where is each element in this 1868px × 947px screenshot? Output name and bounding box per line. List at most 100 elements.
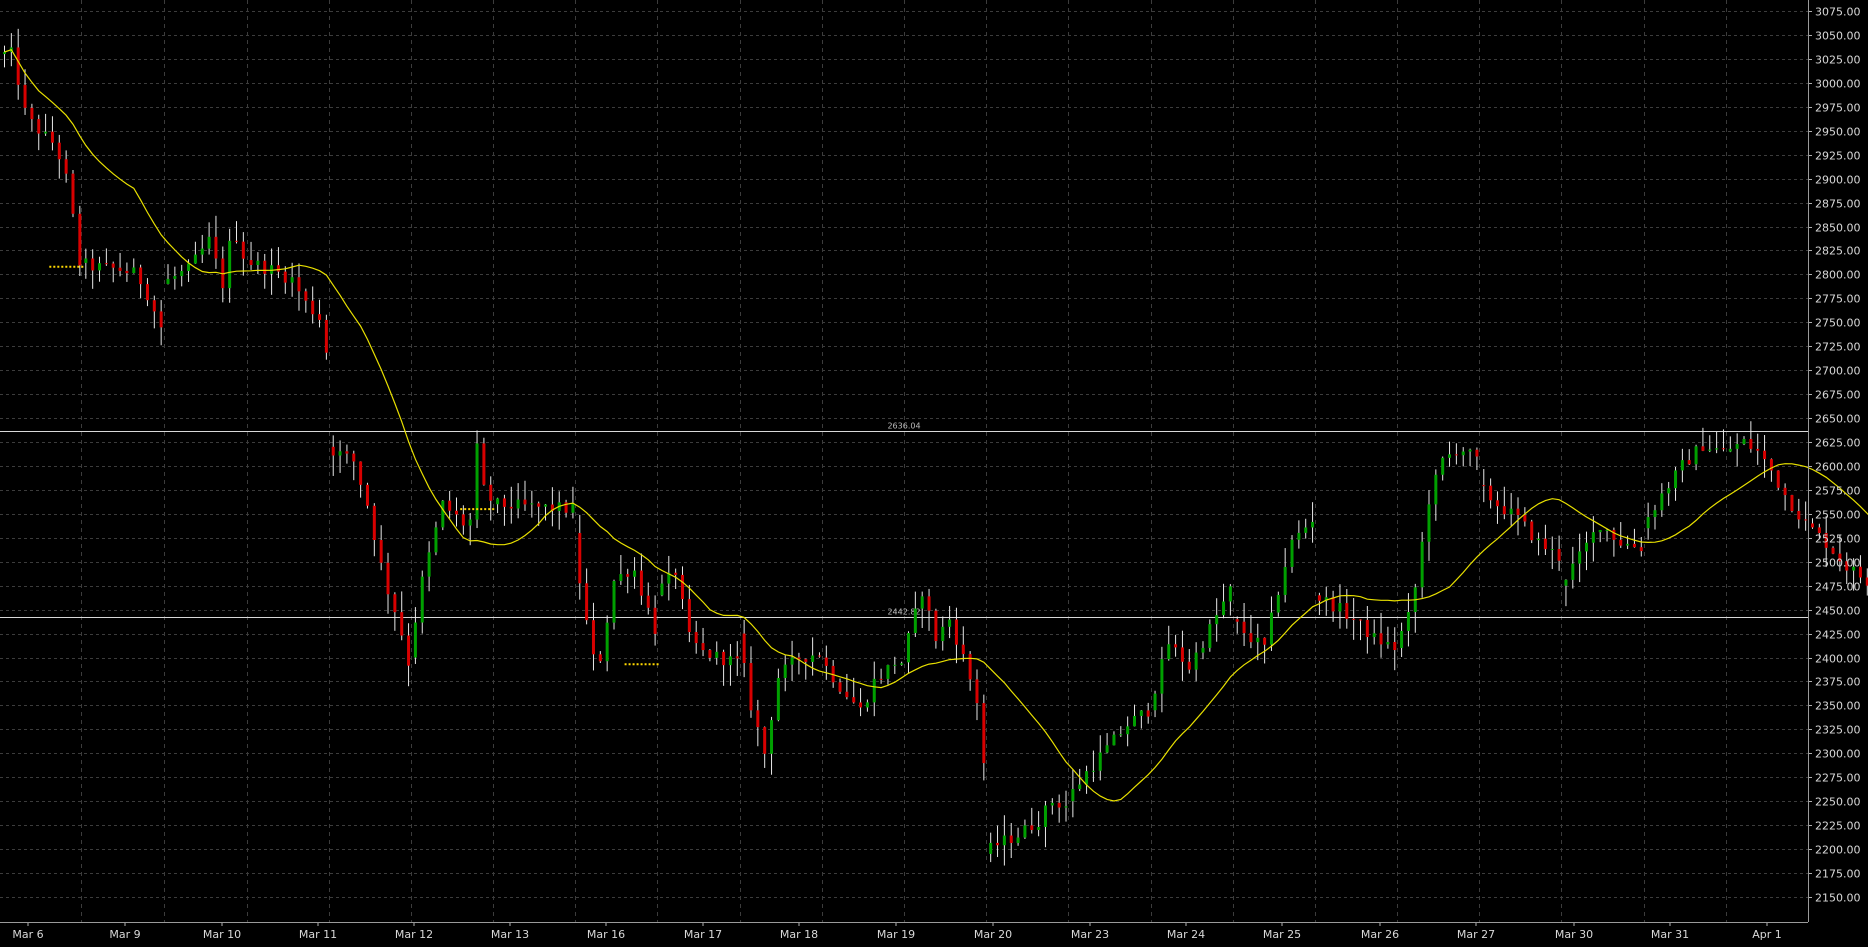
candle-body-down <box>1475 449 1479 457</box>
candle-body-down <box>489 484 493 501</box>
candle-body-down <box>1763 450 1767 460</box>
candle-body-up <box>1646 517 1650 529</box>
candle-body-down <box>241 241 245 259</box>
y-tick-label: 3075.00 <box>1815 6 1861 19</box>
candle-body-up <box>427 552 431 577</box>
candle-body-up <box>1228 586 1232 602</box>
candle-body-up <box>1256 637 1260 643</box>
candle-body-down <box>23 84 27 108</box>
candle-body-down <box>1619 539 1623 546</box>
candle-body-up <box>187 263 191 272</box>
candle-body-down <box>37 119 41 134</box>
x-tick-label: Mar 9 <box>109 928 140 941</box>
candle-body-up <box>468 519 472 526</box>
candle-body-down <box>852 697 856 703</box>
candle-body-down <box>1516 508 1520 516</box>
candle-body-down <box>824 657 828 666</box>
candle-body-up <box>900 663 904 665</box>
candle-body-up <box>413 622 417 658</box>
candle-body-down <box>996 842 1000 846</box>
candle-body-down <box>393 594 397 613</box>
candle-body-down <box>1612 529 1616 540</box>
candle-body-up <box>166 278 170 284</box>
chart-canvas[interactable]: 2636.042442.82 3075.003050.003025.003000… <box>0 0 1868 947</box>
candle-body-up <box>1386 641 1390 645</box>
candlestick-chart: 2636.04 2442.82 3075.00 3050.00 3025.00 3000… <box>0 0 1868 947</box>
candle-body-down <box>1811 523 1814 528</box>
x-tick-label: Mar 6 <box>12 928 43 941</box>
candle-body-up <box>612 580 616 623</box>
candle-body-down <box>537 503 541 507</box>
candle-body-up <box>1728 448 1732 452</box>
candle-body-down <box>1721 448 1725 450</box>
candle-body-down <box>694 632 698 644</box>
candle-body-down <box>763 727 767 754</box>
candle-body-up <box>1002 835 1006 846</box>
y-tick-label: 2725.00 <box>1815 341 1861 354</box>
candle-body-down <box>598 654 602 662</box>
candle-body-up <box>180 271 184 277</box>
candle-body-down <box>1831 547 1835 554</box>
candle-body-up <box>865 702 869 708</box>
y-tick-label: 2900.00 <box>1815 174 1861 187</box>
candle-body-up <box>193 254 197 264</box>
candle-body-up <box>1133 715 1136 727</box>
candle-body-up <box>1153 693 1157 711</box>
candle-body-up <box>1091 770 1095 772</box>
candle-body-down <box>804 659 808 662</box>
candle-body-down <box>283 271 287 283</box>
candle-body-down <box>1249 633 1253 643</box>
candle-body-down <box>1749 438 1753 449</box>
candle-body-down <box>756 710 760 728</box>
candle-body-down <box>591 620 595 655</box>
candle-body-down <box>742 633 746 664</box>
candle-body-up <box>207 236 211 249</box>
y-tick-label: 2375.00 <box>1815 676 1861 689</box>
candle-body-up <box>1509 508 1513 515</box>
candle-body-down <box>249 260 253 265</box>
candle-body-down <box>1187 661 1191 670</box>
candle-body-up <box>1448 454 1452 458</box>
y-tick-label: 2275.00 <box>1815 772 1861 785</box>
candle-body-down <box>1146 710 1150 717</box>
x-tick-label: Mar 16 <box>587 928 625 941</box>
candle-body-down <box>1776 470 1780 488</box>
candle-body-down <box>234 240 238 242</box>
candle-body-down <box>139 267 143 285</box>
candle-body-down <box>674 572 678 575</box>
candle-body-up <box>1653 510 1657 518</box>
y-tick-label: 2700.00 <box>1815 365 1861 378</box>
y-tick-label: 2500.00 <box>1815 557 1861 570</box>
candle-body-down <box>735 656 739 659</box>
candle-body-down <box>523 499 527 505</box>
x-tick-label: Mar 17 <box>684 928 722 941</box>
candle-body-down <box>1530 521 1534 541</box>
y-tick-label: 2150.00 <box>1815 892 1861 905</box>
y-tick-label: 2575.00 <box>1815 485 1861 498</box>
chart-background <box>0 0 1868 947</box>
candle-body-up <box>907 633 910 663</box>
candle-body-down <box>1797 510 1801 520</box>
y-tick-label: 3050.00 <box>1815 30 1861 43</box>
candle-body-up <box>1564 579 1568 586</box>
y-tick-label: 2175.00 <box>1815 868 1861 881</box>
candle-body-up <box>1591 532 1595 543</box>
candle-body-up <box>530 503 534 505</box>
candle-body-down <box>1804 519 1808 521</box>
candle-body-up <box>1071 788 1075 802</box>
candle-body-up <box>98 263 102 271</box>
candle-body-up <box>1105 745 1109 753</box>
candle-body-down <box>1557 549 1561 561</box>
candle-body-up <box>1085 771 1089 785</box>
candle-body-up <box>1297 532 1301 540</box>
candle-body-down <box>324 319 328 353</box>
candle-body-up <box>1078 784 1082 789</box>
candle-body-up <box>989 842 993 854</box>
y-tick-label: 2850.00 <box>1815 222 1861 235</box>
candle-body-down <box>626 574 630 577</box>
candle-body-up <box>770 720 774 754</box>
y-tick-label: 2350.00 <box>1815 700 1861 713</box>
candle-body-down <box>578 533 582 584</box>
candle-body-up <box>1434 474 1438 505</box>
candle-body-down <box>975 679 979 704</box>
